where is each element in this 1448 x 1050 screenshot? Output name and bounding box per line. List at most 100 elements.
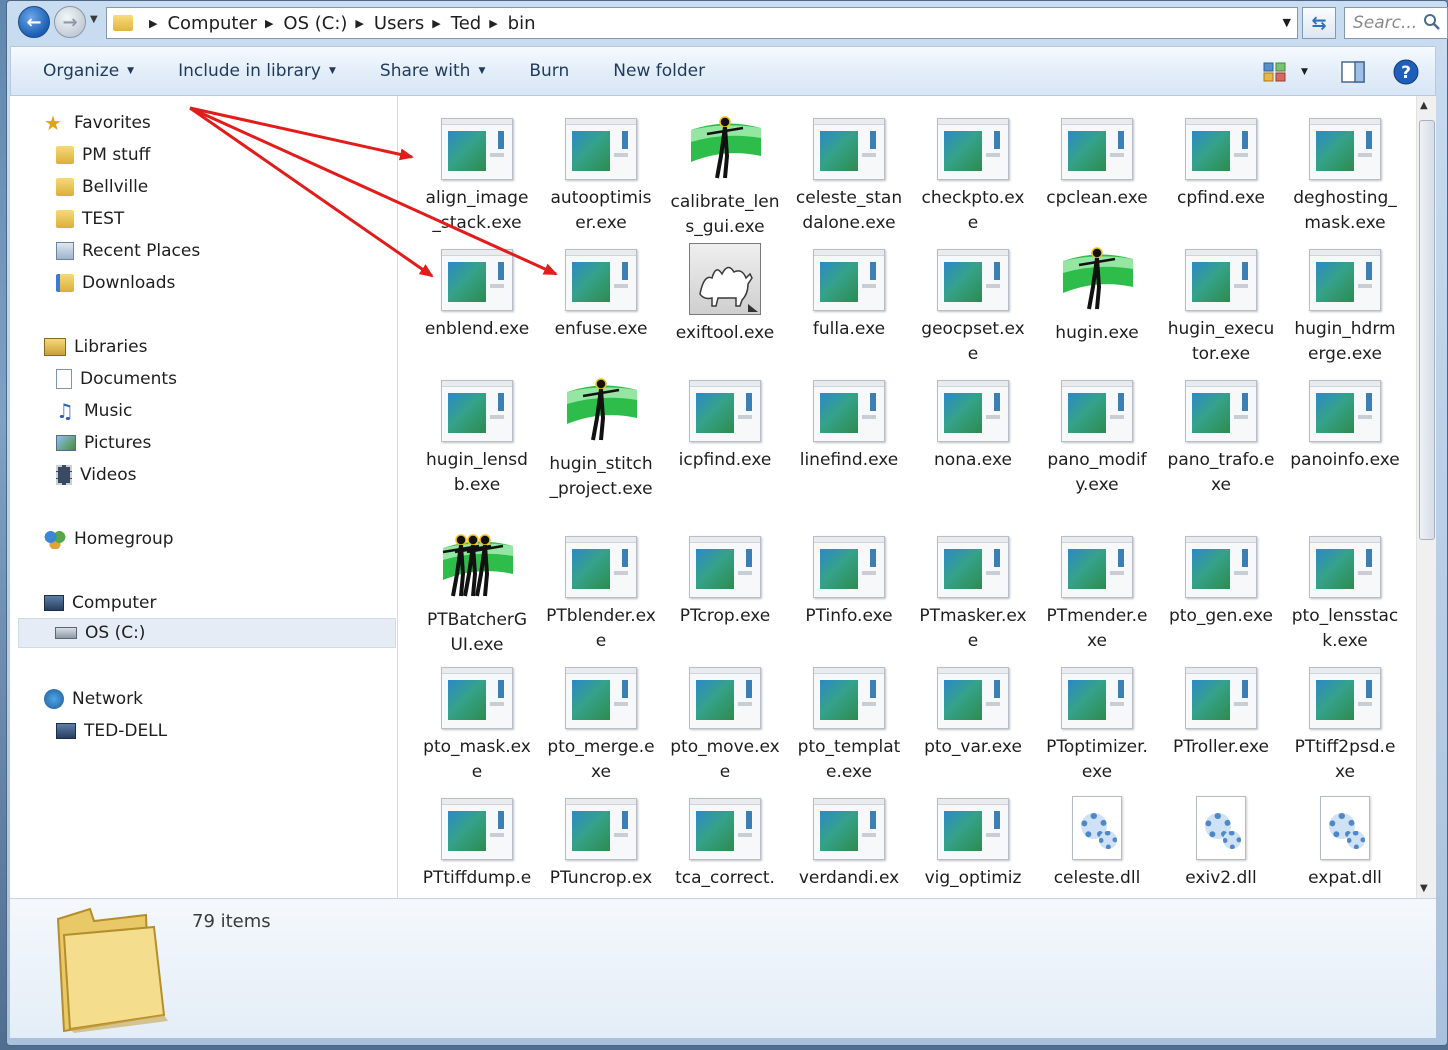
file-item[interactable]: tca_correct.exe <box>670 788 780 898</box>
new-folder-button[interactable]: New folder <box>603 61 715 81</box>
preview-pane-button[interactable] <box>1341 57 1365 87</box>
file-item[interactable]: PTmender.exe <box>1042 526 1152 676</box>
scrollbar-thumb[interactable] <box>1419 120 1435 540</box>
file-item[interactable]: autooptimiser.exe <box>546 108 656 258</box>
nav-libraries[interactable]: Libraries <box>44 332 147 362</box>
file-item[interactable]: pto_merge.exe <box>546 657 656 807</box>
caret-down-icon[interactable]: ▼ <box>1301 67 1308 77</box>
address-bar[interactable]: ▶ Computer ▶ OS (C:) ▶ Users ▶ Ted ▶ bin… <box>106 7 1298 39</box>
scroll-up-icon[interactable]: ▲ <box>1420 100 1428 111</box>
help-button[interactable]: ? <box>1393 57 1419 87</box>
nav-recent-places[interactable]: Recent Places <box>56 236 200 266</box>
file-name: geocpset.exe <box>921 319 1025 364</box>
file-item[interactable]: PTroller.exe <box>1166 657 1276 807</box>
chevron-right-icon[interactable]: ▶ <box>355 17 363 30</box>
nav-downloads[interactable]: Downloads <box>56 268 175 298</box>
file-item[interactable]: PTinfo.exe <box>794 526 904 676</box>
file-item[interactable]: hugin.exe <box>1042 239 1152 389</box>
breadcrumb-bin[interactable]: bin <box>508 13 536 34</box>
file-item[interactable]: verdandi.exe <box>794 788 904 898</box>
file-item[interactable]: PTtiffdump.exe <box>422 788 532 898</box>
file-item[interactable]: pto_gen.exe <box>1166 526 1276 676</box>
file-item[interactable]: exiv2.dll <box>1166 788 1276 898</box>
file-item[interactable]: PToptimizer.exe <box>1042 657 1152 807</box>
change-view-button[interactable]: ▼ <box>1263 57 1308 87</box>
share-with-button[interactable]: Share with ▼ <box>370 61 495 81</box>
vertical-scrollbar[interactable]: ▲ ▼ <box>1416 96 1436 898</box>
refresh-button[interactable]: ⇆ <box>1302 7 1336 39</box>
forward-button[interactable]: → <box>54 6 86 38</box>
file-item[interactable]: cpfind.exe <box>1166 108 1276 258</box>
file-item[interactable]: PTcrop.exe <box>670 526 780 676</box>
chevron-right-icon[interactable]: ▶ <box>489 17 497 30</box>
nav-favorites[interactable]: ★ Favorites <box>44 108 151 138</box>
nav-bellville[interactable]: Bellville <box>56 172 148 202</box>
file-item[interactable]: icpfind.exe <box>670 370 780 520</box>
file-item[interactable]: celeste.dll <box>1042 788 1152 898</box>
nav-network[interactable]: Network <box>44 684 143 714</box>
file-item[interactable]: geocpset.exe <box>918 239 1028 389</box>
file-item[interactable]: linefind.exe <box>794 370 904 520</box>
file-item[interactable]: enfuse.exe <box>546 239 656 389</box>
file-item[interactable]: exiftool.exe <box>670 239 780 389</box>
file-item[interactable]: pto_lensstack.exe <box>1290 526 1400 676</box>
recent-pages-dropdown-icon[interactable]: ▼ <box>90 14 98 25</box>
nav-homegroup[interactable]: Homegroup <box>44 524 174 554</box>
file-item[interactable]: pano_modify.exe <box>1042 370 1152 520</box>
file-item[interactable]: vig_optimize.exe <box>918 788 1028 898</box>
chevron-right-icon[interactable]: ▶ <box>265 17 273 30</box>
file-item[interactable]: pto_var.exe <box>918 657 1028 807</box>
search-input[interactable]: Searc... <box>1344 7 1448 39</box>
file-item[interactable]: hugin_executor.exe <box>1166 239 1276 389</box>
breadcrumb-users[interactable]: Users <box>374 13 424 34</box>
breadcrumb-ted[interactable]: Ted <box>451 13 481 34</box>
file-item[interactable]: hugin_stitch_project.exe <box>546 370 656 520</box>
file-item[interactable]: enblend.exe <box>422 239 532 389</box>
file-item[interactable]: expat.dll <box>1290 788 1400 898</box>
file-item[interactable]: calibrate_lens_gui.exe <box>670 108 780 258</box>
nav-documents[interactable]: Documents <box>56 364 177 394</box>
application-icon <box>937 536 1009 598</box>
file-item[interactable]: deghosting_mask.exe <box>1290 108 1400 258</box>
file-item[interactable]: PTmasker.exe <box>918 526 1028 676</box>
file-item[interactable]: PTblender.exe <box>546 526 656 676</box>
nav-ted-dell[interactable]: TED-DELL <box>56 716 167 746</box>
application-icon <box>1309 118 1381 180</box>
file-item[interactable]: hugin_lensdb.exe <box>422 370 532 520</box>
chevron-right-icon[interactable]: ▶ <box>432 17 440 30</box>
scroll-down-icon[interactable]: ▼ <box>1420 883 1428 894</box>
include-in-library-button[interactable]: Include in library ▼ <box>168 61 346 81</box>
nav-computer[interactable]: Computer <box>44 588 157 618</box>
file-item[interactable]: checkpto.exe <box>918 108 1028 258</box>
file-item[interactable]: PTtiff2psd.exe <box>1290 657 1400 807</box>
nav-os-c[interactable]: OS (C:) <box>18 618 396 648</box>
file-name: celeste.dll <box>1053 868 1141 888</box>
file-item[interactable]: celeste_standalone.exe <box>794 108 904 258</box>
file-item[interactable]: align_image_stack.exe <box>422 108 532 258</box>
nav-pictures[interactable]: Pictures <box>56 428 151 458</box>
file-item[interactable]: pto_move.exe <box>670 657 780 807</box>
file-item[interactable]: nona.exe <box>918 370 1028 520</box>
file-item[interactable]: pto_template.exe <box>794 657 904 807</box>
file-item[interactable]: pano_trafo.exe <box>1166 370 1276 520</box>
nav-pm-stuff[interactable]: PM stuff <box>56 140 150 170</box>
address-history-dropdown-icon[interactable]: ▼ <box>1283 16 1291 29</box>
nav-music[interactable]: ♫ Music <box>56 396 132 426</box>
back-button[interactable]: ← <box>18 6 50 38</box>
burn-button[interactable]: Burn <box>519 61 579 81</box>
organize-button[interactable]: Organize ▼ <box>33 61 144 81</box>
search-icon[interactable] <box>1423 13 1441 31</box>
chevron-right-icon[interactable]: ▶ <box>149 17 157 30</box>
file-name: align_image_stack.exe <box>425 188 529 233</box>
file-item[interactable]: panoinfo.exe <box>1290 370 1400 520</box>
nav-videos[interactable]: Videos <box>56 460 137 490</box>
file-item[interactable]: pto_mask.exe <box>422 657 532 807</box>
file-item[interactable]: fulla.exe <box>794 239 904 389</box>
file-item[interactable]: PTuncrop.exe <box>546 788 656 898</box>
file-item[interactable]: hugin_hdrmerge.exe <box>1290 239 1400 389</box>
breadcrumb-computer[interactable]: Computer <box>167 13 256 34</box>
nav-test[interactable]: TEST <box>56 204 124 234</box>
breadcrumb-os-c[interactable]: OS (C:) <box>283 13 347 34</box>
file-item[interactable]: cpclean.exe <box>1042 108 1152 258</box>
file-item[interactable]: PTBatcherGUI.exe <box>422 526 532 676</box>
